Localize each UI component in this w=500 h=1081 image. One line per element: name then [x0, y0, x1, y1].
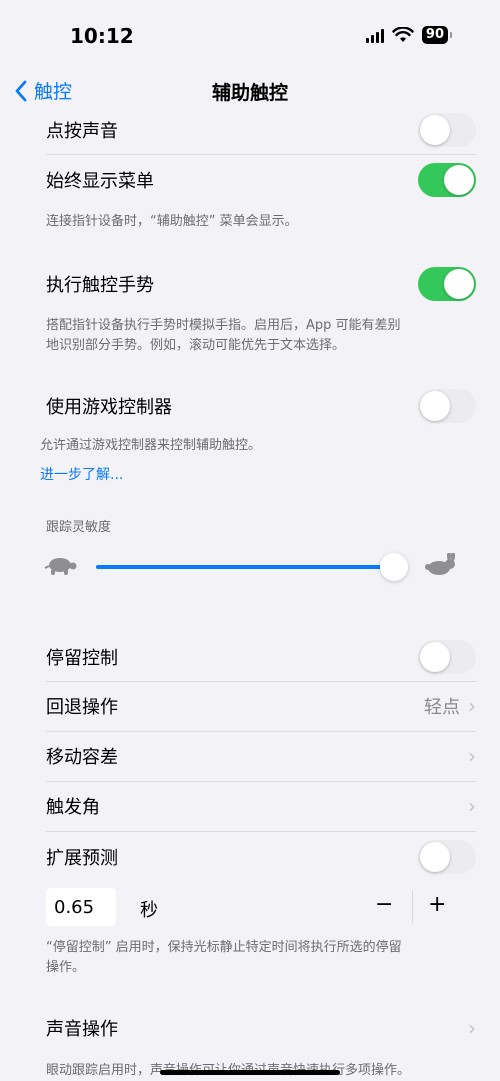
- game-controller-row: 使用游戏控制器: [46, 381, 476, 431]
- home-indicator[interactable]: [160, 1070, 340, 1075]
- rabbit-icon: [425, 553, 455, 575]
- always-show-menu-toggle[interactable]: [418, 163, 476, 197]
- always-show-menu-label: 始终显示菜单: [46, 171, 154, 192]
- cellular-signal-icon: [365, 27, 384, 43]
- extended-prediction-toggle[interactable]: [418, 840, 476, 874]
- dwell-control-toggle[interactable]: [418, 640, 476, 674]
- increment-button[interactable]: +: [428, 892, 446, 917]
- sound-actions-label: 声音操作: [46, 1019, 118, 1040]
- chevron-right-icon: ›: [468, 694, 476, 718]
- battery-level: 90: [421, 26, 448, 44]
- chevron-right-icon: ›: [468, 1016, 476, 1040]
- game-controller-toggle[interactable]: [418, 389, 476, 423]
- always-show-menu-footnote: 连接指针设备时，“辅助触控” 菜单会显示。: [46, 214, 298, 229]
- status-time: 10:12: [70, 24, 134, 48]
- click-sound-label: 点按声音: [46, 121, 118, 142]
- dwell-control-row: 停留控制: [46, 632, 476, 682]
- extended-prediction-label: 扩展预测: [46, 848, 118, 869]
- always-show-menu-row: 始终显示菜单: [46, 155, 476, 205]
- tracking-sensitivity-header: 跟踪灵敏度: [46, 520, 112, 535]
- hot-corners-label: 触发角: [46, 797, 100, 818]
- dwell-time-field[interactable]: 0.65: [46, 888, 116, 926]
- movement-tolerance-label: 移动容差: [46, 747, 118, 768]
- turtle-icon: [44, 558, 77, 575]
- hot-corners-row[interactable]: 触发角 ›: [46, 781, 476, 831]
- battery-icon: [450, 32, 452, 38]
- decrement-button[interactable]: −: [375, 892, 393, 917]
- dwell-time-unit: 秒: [140, 900, 158, 921]
- perform-gestures-footnote: 搭配指针设备执行手势时模拟手指。启用后，App 可能有差别地识别部分手势。例如，…: [46, 318, 401, 353]
- perform-gestures-row: 执行触控手势: [46, 259, 476, 309]
- perform-gestures-toggle[interactable]: [418, 267, 476, 301]
- dwell-control-footnote: “停留控制” 启用时，保持光标静止特定时间将执行所选的停留操作。: [46, 940, 402, 975]
- fallback-action-row[interactable]: 回退操作 轻点 ›: [46, 681, 476, 731]
- fallback-action-value: 轻点: [424, 697, 460, 718]
- game-controller-label: 使用游戏控制器: [46, 397, 172, 418]
- movement-tolerance-row[interactable]: 移动容差 ›: [46, 731, 476, 781]
- sound-actions-row[interactable]: 声音操作 ›: [46, 1003, 476, 1053]
- stepper-divider: [412, 891, 413, 923]
- sensitivity-slider-track[interactable]: [96, 565, 382, 569]
- sensitivity-slider-thumb[interactable]: [380, 553, 408, 581]
- click-sound-toggle[interactable]: [418, 113, 476, 147]
- dwell-control-label: 停留控制: [46, 648, 118, 669]
- chevron-right-icon: ›: [468, 794, 476, 818]
- game-controller-footnote: 允许通过游戏控制器来控制辅助触控。: [40, 438, 262, 453]
- page-title: 辅助触控: [211, 82, 288, 104]
- chevron-right-icon: ›: [468, 744, 476, 768]
- fallback-action-label: 回退操作: [46, 697, 118, 718]
- status-icons: 90: [365, 26, 452, 44]
- wifi-icon: [392, 27, 414, 42]
- extended-prediction-row: 扩展预测: [46, 832, 476, 882]
- click-sound-row: 点按声音: [46, 105, 476, 155]
- perform-gestures-label: 执行触控手势: [46, 275, 154, 296]
- learn-more-link[interactable]: 进一步了解...: [40, 464, 123, 484]
